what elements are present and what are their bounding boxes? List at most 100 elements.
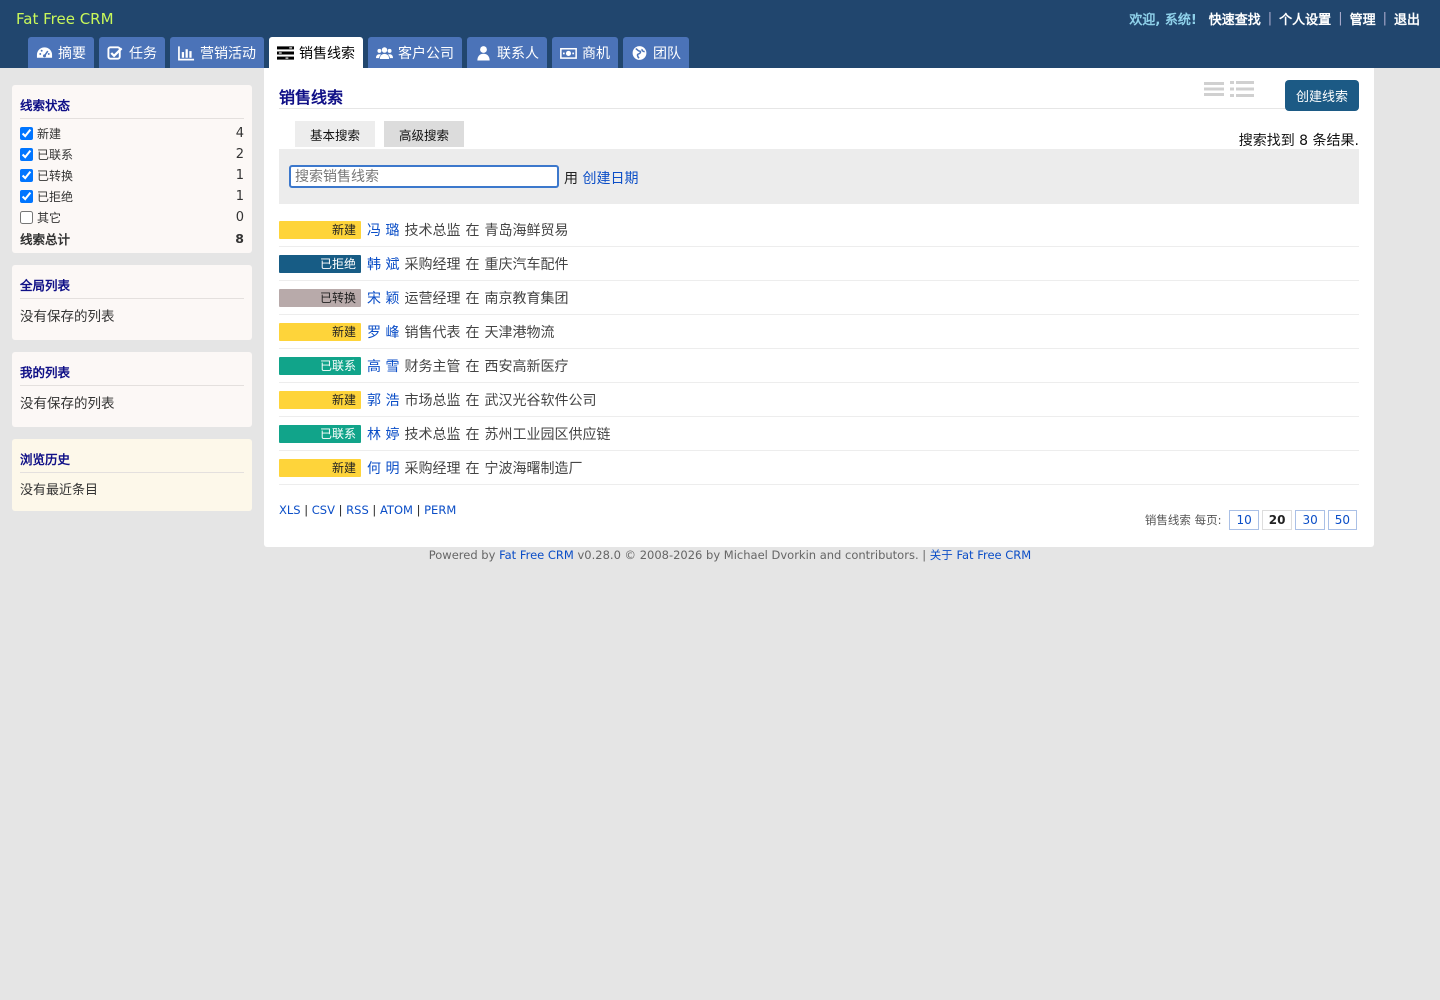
lead-row: 已联系高 雪财务主管在西安高新医疗 — [279, 349, 1359, 383]
status-badge: 新建 — [279, 458, 361, 477]
sort-by-created-link[interactable]: 创建日期 — [582, 171, 638, 187]
check-square-icon — [107, 45, 124, 61]
status-filter-contacted: 已联系 2 — [20, 144, 244, 165]
logout-link[interactable]: 退出 — [1394, 9, 1420, 28]
status-label: 新建 — [37, 127, 62, 141]
leads-list: 新建冯 璐技术总监在青岛海鲜贸易 已拒绝韩 斌采购经理在重庆汽车配件 已转换宋 颖运… — [279, 213, 1359, 485]
leads-icon — [277, 45, 294, 61]
nav-separator: | — [1267, 11, 1273, 26]
footer-copyright: v0.28.0 © 2008-2026 by Michael Dvorkin a… — [577, 548, 927, 562]
lead-at-word: 在 — [465, 290, 480, 307]
status-badge: 新建 — [279, 322, 361, 341]
detailed-list-view-icon[interactable] — [1230, 80, 1254, 102]
lead-row: 已拒绝韩 斌采购经理在重庆汽车配件 — [279, 247, 1359, 281]
lead-company: 重庆汽车配件 — [484, 256, 569, 273]
status-badge: 新建 — [279, 390, 361, 409]
status-total-label: 线索总计 — [20, 232, 71, 247]
quick-find-link[interactable]: 快速查找 — [1209, 9, 1261, 28]
lead-name-link[interactable]: 宋 颖 — [367, 288, 399, 308]
lead-title: 采购经理 — [404, 460, 461, 477]
my-lists-panel: 我的列表 没有保存的列表 — [12, 352, 252, 427]
view-switcher — [1204, 80, 1254, 102]
top-nav: 欢迎, 系统! 快速查找 | 个人设置 | 管理 | 退出 — [1129, 9, 1420, 28]
lead-at-word: 在 — [465, 460, 480, 477]
nav-separator: | — [1338, 11, 1343, 26]
tab-opportunities[interactable]: 商机 — [552, 37, 618, 68]
status-checkbox-rejected[interactable] — [20, 190, 33, 203]
users-icon — [376, 45, 393, 61]
admin-link[interactable]: 管理 — [1350, 9, 1376, 28]
status-filter-rejected: 已拒绝 1 — [20, 186, 244, 207]
export-atom-link[interactable]: ATOM — [380, 503, 413, 517]
lead-title: 技术总监 — [404, 222, 461, 239]
tab-leads[interactable]: 销售线索 — [269, 37, 363, 68]
search-by: 用 创建日期 — [564, 168, 638, 188]
export-perm-link[interactable]: PERM — [424, 503, 456, 517]
status-label: 已拒绝 — [37, 190, 74, 204]
advanced-search-tab[interactable]: 高级搜索 — [384, 121, 465, 147]
status-badge: 已转换 — [279, 288, 361, 307]
my-lists-empty: 没有保存的列表 — [20, 396, 115, 412]
per-page-option[interactable]: 30 — [1295, 510, 1325, 530]
lead-name-link[interactable]: 罗 峰 — [367, 322, 399, 342]
lead-company: 宁波海曙制造厂 — [484, 460, 583, 477]
status-total-count: 8 — [235, 231, 244, 246]
lead-name-link[interactable]: 何 明 — [367, 458, 399, 478]
status-filter-list: 新建 4 已联系 2 已转换 1 已拒绝 1 其它 0 线索总计 8 — [20, 123, 244, 249]
tab-label: 商机 — [582, 45, 610, 62]
create-lead-button[interactable]: 创建线索 — [1285, 80, 1359, 111]
lead-at-word: 在 — [465, 358, 480, 375]
global-lists-panel: 全局列表 没有保存的列表 — [12, 265, 252, 340]
export-csv-link[interactable]: CSV — [312, 503, 335, 517]
recent-history-panel: 浏览历史 没有最近条目 — [12, 439, 252, 511]
tab-accounts[interactable]: 客户公司 — [368, 37, 462, 68]
status-count: 0 — [235, 210, 244, 225]
list-view-icon[interactable] — [1204, 80, 1224, 102]
status-checkbox-contacted[interactable] — [20, 148, 33, 161]
lead-name-link[interactable]: 林 婷 — [367, 424, 399, 444]
lead-name-link[interactable]: 高 雪 — [367, 356, 399, 376]
tab-contacts[interactable]: 联系人 — [467, 37, 547, 68]
status-checkbox-converted[interactable] — [20, 169, 33, 182]
lead-row: 新建冯 璐技术总监在青岛海鲜贸易 — [279, 213, 1359, 247]
search-panel: 用 创建日期 — [279, 149, 1359, 204]
per-page-option[interactable]: 10 — [1229, 510, 1259, 530]
main-content: 销售线索 创建线索 基本搜索 高级搜索 搜索找到 8 条结果. 用 创建日期 新… — [264, 68, 1374, 547]
tab-campaigns[interactable]: 营销活动 — [170, 37, 264, 68]
tab-label: 团队 — [653, 45, 681, 62]
tab-tasks[interactable]: 任务 — [99, 37, 165, 68]
main-tabs: 摘要 任务 营销活动 销售线索 客户公司 联系人 商机 团队 — [28, 37, 689, 68]
lead-company: 天津港物流 — [484, 324, 555, 341]
profile-link[interactable]: 个人设置 — [1279, 9, 1331, 28]
lead-at-word: 在 — [465, 392, 480, 409]
basic-search-tab[interactable]: 基本搜索 — [295, 121, 376, 147]
status-label: 其它 — [37, 211, 62, 225]
lead-at-word: 在 — [465, 324, 480, 341]
lead-title: 财务主管 — [404, 358, 461, 375]
export-xls-link[interactable]: XLS — [279, 503, 301, 517]
lead-status-title: 线索状态 — [20, 95, 244, 119]
search-input[interactable] — [289, 165, 559, 188]
lead-row: 已联系林 婷技术总监在苏州工业园区供应链 — [279, 417, 1359, 451]
footer-app-link[interactable]: Fat Free CRM — [499, 548, 574, 562]
status-checkbox-other[interactable] — [20, 211, 33, 224]
lead-name-link[interactable]: 郭 浩 — [367, 390, 399, 410]
lead-row: 新建罗 峰销售代表在天津港物流 — [279, 315, 1359, 349]
status-checkbox-new[interactable] — [20, 127, 33, 140]
footer-about-link[interactable]: 关于 Fat Free CRM — [930, 548, 1031, 562]
export-rss-link[interactable]: RSS — [346, 503, 369, 517]
lead-row: 新建郭 浩市场总监在武汉光谷软件公司 — [279, 383, 1359, 417]
lead-company: 青岛海鲜贸易 — [484, 222, 569, 239]
lead-company: 武汉光谷软件公司 — [484, 392, 597, 409]
app-title[interactable]: Fat Free CRM — [16, 10, 114, 28]
lead-company: 西安高新医疗 — [484, 358, 569, 375]
lead-name-link[interactable]: 冯 璐 — [367, 220, 399, 240]
per-page-label: 销售线索 每页: — [1144, 513, 1222, 527]
lead-title: 采购经理 — [404, 256, 461, 273]
recent-history-title: 浏览历史 — [20, 449, 244, 473]
tab-dashboard[interactable]: 摘要 — [28, 37, 94, 68]
money-icon — [560, 45, 577, 61]
tab-team[interactable]: 团队 — [623, 37, 689, 68]
lead-name-link[interactable]: 韩 斌 — [367, 254, 399, 274]
per-page-option[interactable]: 50 — [1327, 510, 1357, 530]
